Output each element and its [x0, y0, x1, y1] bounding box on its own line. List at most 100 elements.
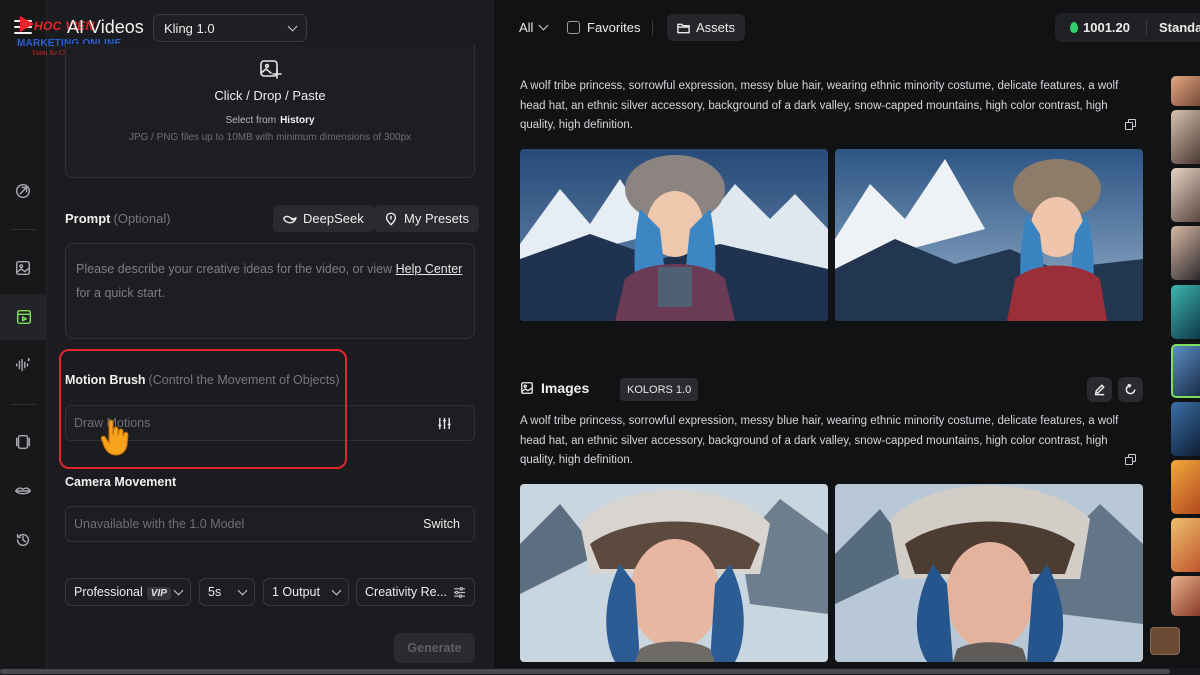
credits-divider — [1146, 20, 1147, 35]
prompt-label-text: Prompt — [65, 211, 111, 226]
model-select[interactable]: Kling 1.0 — [153, 14, 307, 42]
deepseek-icon — [283, 215, 297, 223]
history-thumbnail[interactable] — [1171, 402, 1200, 456]
copy-icon[interactable] — [1125, 454, 1137, 466]
history-thumbnail-selected[interactable] — [1171, 344, 1200, 398]
prompt-placeholder-end: for a quick start. — [76, 286, 165, 300]
refresh-icon — [1125, 383, 1136, 395]
images-section-header: Images — [520, 380, 589, 396]
explore-icon[interactable] — [8, 176, 38, 206]
mode-select[interactable]: Professional VIP — [65, 578, 191, 606]
prompt-textarea[interactable]: Please describe your creative ideas for … — [65, 243, 475, 339]
section-title: Images — [541, 380, 590, 396]
result-prompt-text: A wolf tribe princess, sorrowful express… — [520, 80, 1119, 131]
chevron-down-icon — [237, 585, 248, 595]
output-count-select[interactable]: 1 Output — [263, 578, 349, 606]
favorites-label: Favorites — [587, 20, 641, 35]
folder-icon — [677, 23, 690, 33]
help-center-link[interactable]: Help Center — [396, 262, 463, 276]
image-icon — [521, 382, 533, 394]
image-upload-icon — [259, 58, 283, 80]
history-link[interactable]: History — [280, 115, 314, 126]
settings-sliders-icon — [454, 586, 465, 598]
model-select-value: Kling 1.0 — [164, 20, 215, 36]
left-icon-rail — [0, 0, 47, 675]
sliders-icon[interactable] — [437, 416, 452, 431]
chevron-down-icon — [539, 20, 549, 31]
chevron-down-icon — [287, 21, 298, 31]
generate-button[interactable]: Generate — [394, 633, 475, 663]
camera-movement-field: Unavailable with the 1.0 Model Switch — [65, 506, 475, 542]
edit-button[interactable] — [1087, 377, 1112, 402]
presets-label: My Presets — [404, 211, 470, 226]
history-thumbnail[interactable] — [1171, 110, 1200, 164]
generated-image[interactable] — [520, 149, 828, 321]
select-from-label: Select from — [225, 115, 277, 126]
history-thumbnail[interactable] — [1171, 226, 1200, 280]
credits-value: 1001.20 — [1083, 20, 1130, 35]
my-presets-button[interactable]: My Presets — [374, 205, 480, 232]
prompt-label: Prompt (Optional) — [65, 211, 171, 226]
model-tag: KOLORS 1.0 — [620, 378, 699, 401]
presets-icon — [385, 212, 397, 226]
filter-all-dropdown[interactable]: All — [519, 20, 549, 35]
camera-status: Unavailable with the 1.0 Model — [74, 517, 245, 531]
edit-icon — [1094, 384, 1105, 396]
chevron-down-icon — [331, 585, 342, 595]
credits-balance[interactable]: 1001.20 Standa — [1055, 13, 1200, 42]
output-count-value: 1 Output — [272, 585, 320, 599]
upload-title: Click / Drop / Paste — [214, 88, 326, 103]
history-thumbnail[interactable] — [1171, 518, 1200, 572]
favorites-checkbox[interactable] — [567, 21, 580, 34]
horizontal-scrollbar[interactable] — [0, 668, 1200, 675]
audio-tool-icon[interactable] — [8, 350, 38, 380]
assets-label: Assets — [696, 20, 736, 35]
upload-history-line: Select from History — [66, 115, 474, 126]
video-tool-icon[interactable] — [0, 294, 47, 340]
chevron-down-icon — [173, 585, 184, 595]
mode-value: Professional — [74, 585, 143, 599]
upload-requirements: JPG / PNG files up to 10MB with minimum … — [128, 132, 412, 143]
duration-select[interactable]: 5s — [199, 578, 255, 606]
history-thumbnail[interactable] — [1171, 576, 1200, 616]
generated-image[interactable] — [520, 484, 828, 662]
history-thumbnail-strip — [1169, 60, 1200, 675]
toolbar-divider — [652, 21, 653, 35]
assets-icon[interactable] — [8, 427, 38, 457]
creativity-value: Creativity Re... — [365, 585, 447, 599]
rail-divider — [10, 229, 36, 230]
page-title: AI Videos — [67, 17, 144, 37]
plan-label: Standa — [1159, 20, 1200, 35]
deepseek-label: DeepSeek — [303, 211, 364, 226]
switch-model-button[interactable]: Switch — [423, 517, 460, 531]
favorites-toggle[interactable]: Favorites — [567, 20, 640, 35]
prompt-optional: (Optional) — [113, 211, 171, 226]
rail-divider — [10, 404, 36, 405]
filter-all-label: All — [519, 20, 534, 35]
logo-play-mark — [20, 16, 34, 32]
scrollbar-thumb[interactable] — [0, 669, 1170, 674]
hand-cursor-icon — [100, 418, 130, 458]
credit-drop-icon — [1070, 22, 1078, 33]
floating-widget[interactable] — [1150, 627, 1180, 655]
duration-value: 5s — [208, 585, 222, 599]
lips-icon[interactable] — [8, 476, 38, 506]
history-icon[interactable] — [8, 525, 38, 555]
history-thumbnail[interactable] — [1171, 285, 1200, 339]
deepseek-button[interactable]: DeepSeek — [273, 205, 374, 232]
result-prompt-text: A wolf tribe princess, sorrowful express… — [520, 415, 1119, 466]
copy-icon[interactable] — [1125, 119, 1137, 131]
history-thumbnail[interactable] — [1171, 76, 1200, 106]
prompt-placeholder-start: Please describe your creative ideas for … — [76, 262, 393, 276]
creativity-setting[interactable]: Creativity Re... — [356, 578, 475, 606]
vip-badge: VIP — [146, 587, 171, 600]
image-tool-icon[interactable] — [8, 253, 38, 283]
generated-image[interactable] — [835, 149, 1143, 321]
image-upload-dropzone[interactable]: Click / Drop / Paste Select from History … — [65, 44, 475, 178]
history-thumbnail[interactable] — [1171, 168, 1200, 222]
assets-button[interactable]: Assets — [667, 14, 746, 41]
regenerate-button[interactable] — [1118, 377, 1143, 402]
history-thumbnail[interactable] — [1171, 460, 1200, 514]
camera-movement-label: Camera Movement — [65, 475, 177, 489]
generated-image[interactable] — [835, 484, 1143, 662]
